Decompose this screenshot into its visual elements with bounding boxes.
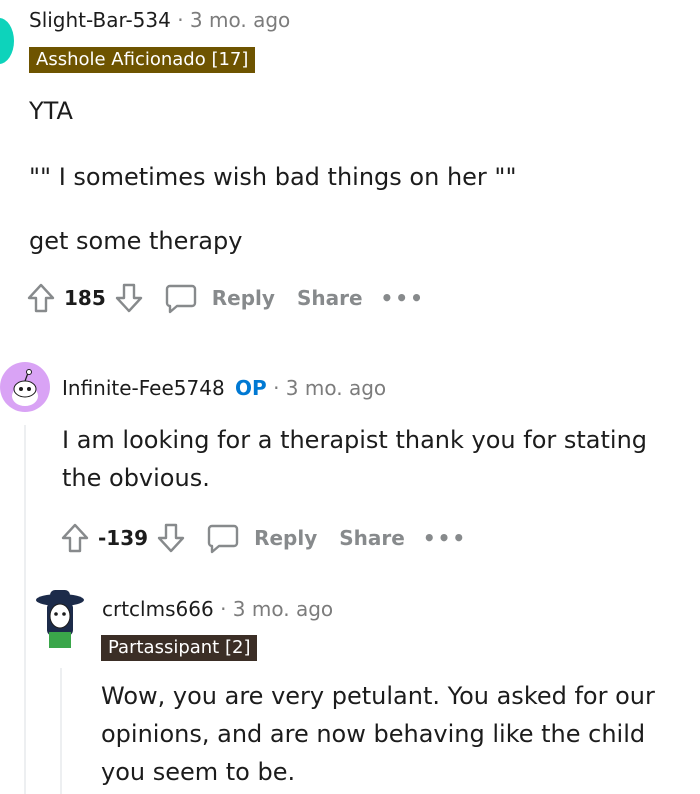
comment-actions: 185 Reply Share ••• xyxy=(26,278,425,318)
character-avatar-icon xyxy=(36,590,84,648)
upvote-icon[interactable] xyxy=(60,522,90,554)
comment-bubble-icon[interactable] xyxy=(164,282,198,314)
comment-paragraph: get some therapy xyxy=(29,227,243,255)
comment-paragraph: YTA xyxy=(29,97,73,125)
comment-body: Wow, you are very petulant. You asked fo… xyxy=(101,677,681,791)
vote-score: -139 xyxy=(98,526,149,550)
avatar[interactable] xyxy=(0,18,14,64)
comment-paragraph: "" I sometimes wish bad things on her "" xyxy=(29,163,517,191)
upvote-icon[interactable] xyxy=(26,282,56,314)
snoo-avatar-icon xyxy=(12,369,38,406)
meta-separator: · xyxy=(273,376,280,400)
username[interactable]: Slight-Bar-534 xyxy=(29,8,171,32)
op-badge: OP xyxy=(235,376,267,400)
username[interactable]: crtclms666 xyxy=(102,597,214,621)
share-button[interactable]: Share xyxy=(297,286,363,310)
thread-line[interactable] xyxy=(24,425,26,794)
meta-separator: · xyxy=(177,8,184,32)
avatar[interactable] xyxy=(0,362,50,412)
comment-meta: crtclms666 · 3 mo. ago xyxy=(102,597,333,623)
username[interactable]: Infinite-Fee5748 xyxy=(62,376,225,400)
timestamp[interactable]: 3 mo. ago xyxy=(286,376,386,400)
downvote-icon[interactable] xyxy=(114,282,144,314)
user-flair: Partassipant [2] xyxy=(101,635,258,661)
comment-body: YTA "" I sometimes wish bad things on he… xyxy=(29,92,669,260)
reply-button[interactable]: Reply xyxy=(212,286,275,310)
avatar[interactable] xyxy=(32,586,88,652)
timestamp[interactable]: 3 mo. ago xyxy=(190,8,290,32)
reply-button[interactable]: Reply xyxy=(254,526,317,550)
timestamp[interactable]: 3 mo. ago xyxy=(233,597,333,621)
vote-score: 185 xyxy=(64,286,106,310)
comment-paragraph: Wow, you are very petulant. You asked fo… xyxy=(101,682,655,786)
downvote-icon[interactable] xyxy=(156,522,186,554)
comment-meta: Infinite-Fee5748 OP · 3 mo. ago xyxy=(62,376,386,402)
share-button[interactable]: Share xyxy=(339,526,405,550)
comment-body: I am looking for a therapist thank you f… xyxy=(62,421,672,497)
more-icon[interactable]: ••• xyxy=(423,526,467,550)
meta-separator: · xyxy=(220,597,227,621)
comment-meta: Slight-Bar-534 · 3 mo. ago xyxy=(29,8,290,34)
more-icon[interactable]: ••• xyxy=(381,286,425,310)
thread-line[interactable] xyxy=(60,668,62,794)
user-flair: Asshole Aficionado [17] xyxy=(29,47,256,73)
comment-bubble-icon[interactable] xyxy=(206,522,240,554)
comment-paragraph: I am looking for a therapist thank you f… xyxy=(62,426,648,492)
comment-actions: -139 Reply Share ••• xyxy=(60,518,467,558)
